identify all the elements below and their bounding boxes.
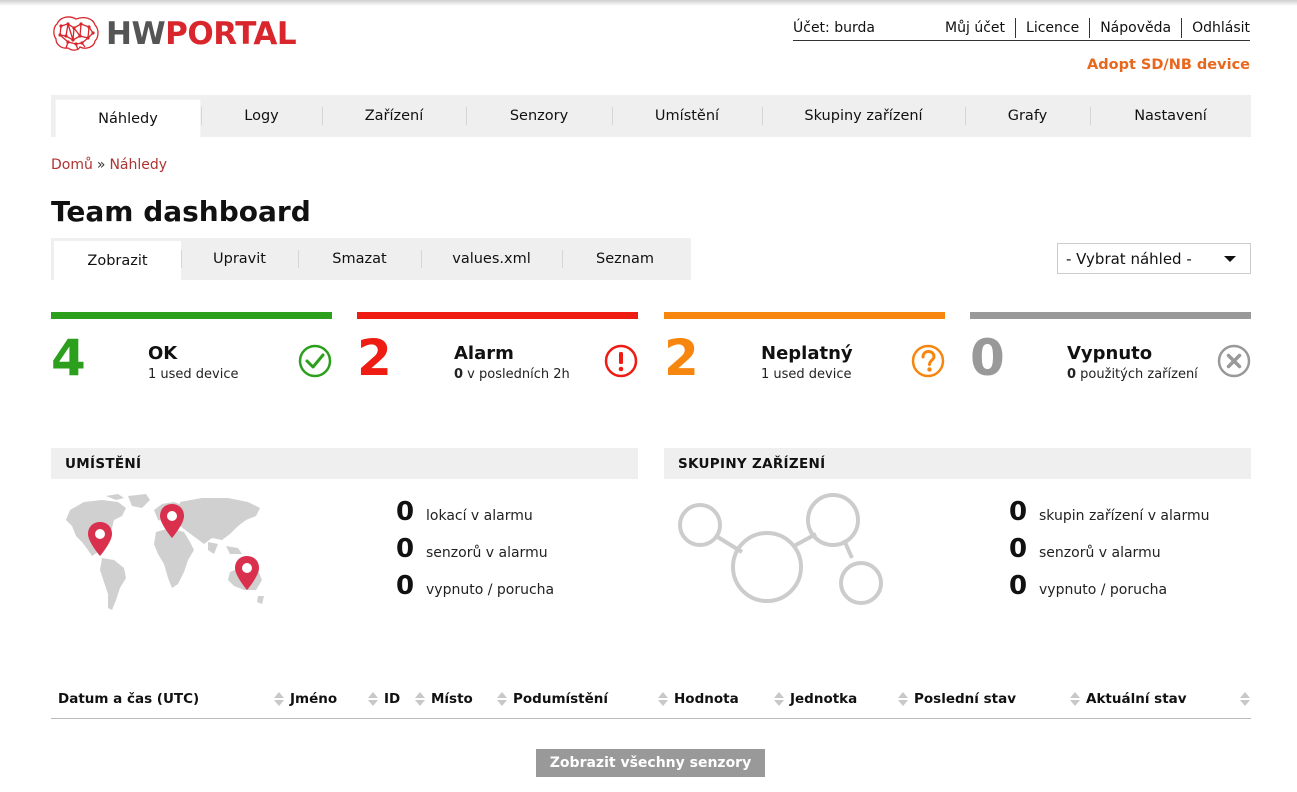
- nav-tab-settings[interactable]: Nastavení: [1090, 95, 1251, 137]
- device-groups-section-title: SKUPINY ZAŘÍZENÍ: [664, 448, 1251, 479]
- ok-label: OK: [148, 343, 178, 364]
- groups-stat-sensors: 0 senzorů v alarmu: [1009, 534, 1161, 564]
- column-id[interactable]: ID: [384, 691, 400, 707]
- nav-tab-previews[interactable]: Náhledy: [55, 99, 201, 137]
- page-title: Team dashboard: [51, 195, 311, 228]
- logo-text: HWPORTAL: [106, 15, 297, 52]
- column-sublocation[interactable]: Podumístění: [513, 691, 608, 707]
- breadcrumb: Domů» Náhledy: [51, 157, 167, 173]
- ok-count: 4: [51, 329, 86, 387]
- column-last-state[interactable]: Poslední stav: [914, 691, 1016, 707]
- sort-icon[interactable]: [1240, 691, 1250, 707]
- ok-sub: 1 used device: [148, 367, 239, 382]
- sort-icon[interactable]: [1070, 691, 1080, 707]
- locations-section-title: UMÍSTĚNÍ: [51, 448, 638, 479]
- locations-stat-alarm: 0 lokací v alarmu: [396, 497, 533, 527]
- sort-icon[interactable]: [774, 691, 784, 707]
- question-circle-icon: [911, 344, 945, 378]
- sort-icon[interactable]: [658, 691, 668, 707]
- alarm-count: 2: [357, 329, 392, 387]
- breadcrumb-separator: »: [96, 157, 106, 173]
- main-nav: Náhledy Logy Zařízení Senzory Umístění S…: [51, 95, 1251, 137]
- caret-down-icon: [1224, 256, 1236, 262]
- groups-stat-off: 0 vypnuto / porucha: [1009, 571, 1168, 601]
- tab-view[interactable]: Zobrazit: [54, 241, 181, 280]
- off-sub: 0 použitých zařízení: [1067, 367, 1198, 382]
- x-circle-icon: [1217, 344, 1251, 378]
- column-current-state[interactable]: Aktuální stav: [1086, 691, 1187, 707]
- view-select[interactable]: - Vybrat náhled -: [1057, 243, 1251, 274]
- my-account-link[interactable]: Můj účet: [935, 18, 1015, 38]
- sensors-table-header: Datum a čas (UTC) Jméno ID Místo Podumís…: [51, 684, 1251, 719]
- license-link[interactable]: Licence: [1015, 17, 1089, 38]
- locations-stat-off: 0 vypnuto / porucha: [396, 571, 555, 601]
- show-all-sensors-button[interactable]: Zobrazit všechny senzory: [536, 749, 765, 777]
- help-link[interactable]: Nápověda: [1089, 17, 1181, 38]
- logout-link[interactable]: Odhlásit: [1181, 17, 1250, 38]
- invalid-count: 2: [664, 329, 699, 387]
- status-card-alarm[interactable]: 2 Alarm 0 v posledních 2h: [357, 312, 638, 392]
- tab-list[interactable]: Seznam: [562, 238, 688, 280]
- adopt-device-link[interactable]: Adopt SD/NB device: [1087, 57, 1250, 73]
- nav-tab-graphs[interactable]: Grafy: [965, 95, 1090, 137]
- invalid-label: Neplatný: [761, 343, 853, 364]
- status-card-invalid[interactable]: 2 Neplatný 1 used device: [664, 312, 945, 392]
- column-unit[interactable]: Jednotka: [790, 691, 857, 707]
- breadcrumb-home[interactable]: Domů: [51, 157, 93, 173]
- check-circle-icon: [298, 344, 332, 378]
- exclamation-circle-icon: [604, 344, 638, 378]
- sort-icon[interactable]: [368, 691, 378, 707]
- nav-tab-sensors[interactable]: Senzory: [466, 95, 612, 137]
- column-location[interactable]: Místo: [431, 691, 473, 707]
- dashboard-sub-nav: Zobrazit Upravit Smazat values.xml Sezna…: [51, 238, 691, 280]
- top-shadow: [0, 0, 1297, 6]
- view-select-value: - Vybrat náhled -: [1066, 249, 1192, 268]
- logo[interactable]: HWPORTAL: [52, 14, 297, 54]
- tab-values-xml[interactable]: values.xml: [421, 238, 562, 280]
- sort-icon[interactable]: [415, 691, 425, 707]
- locations-stat-sensors: 0 senzorů v alarmu: [396, 534, 548, 564]
- nav-tab-locations[interactable]: Umístění: [612, 95, 762, 137]
- column-name[interactable]: Jméno: [290, 691, 337, 707]
- sort-icon[interactable]: [898, 691, 908, 707]
- groups-stat-alarm: 0 skupin zařízení v alarmu: [1009, 497, 1210, 527]
- tab-edit[interactable]: Upravit: [181, 238, 298, 280]
- alarm-sub: 0 v posledních 2h: [454, 367, 570, 382]
- brain-icon: [53, 16, 99, 51]
- nav-tab-device-groups[interactable]: Skupiny zařízení: [762, 95, 965, 137]
- sort-icon[interactable]: [274, 691, 284, 707]
- world-map-icon[interactable]: [62, 492, 272, 614]
- sort-icon[interactable]: [497, 691, 507, 707]
- status-card-ok[interactable]: 4 OK 1 used device: [51, 312, 332, 392]
- account-label: Účet: burda: [793, 19, 875, 36]
- status-card-off[interactable]: 0 Vypnuto 0 použitých zařízení: [970, 312, 1251, 392]
- column-value[interactable]: Hodnota: [674, 691, 739, 707]
- off-label: Vypnuto: [1067, 343, 1153, 364]
- network-circles-icon[interactable]: [672, 490, 887, 608]
- off-count: 0: [970, 329, 1005, 387]
- column-datetime[interactable]: Datum a čas (UTC): [58, 691, 199, 707]
- nav-tab-devices[interactable]: Zařízení: [322, 95, 466, 137]
- nav-tab-logs[interactable]: Logy: [201, 95, 322, 137]
- breadcrumb-current[interactable]: Náhledy: [109, 157, 167, 173]
- alarm-label: Alarm: [454, 343, 514, 364]
- user-nav: Účet: burda Můj účet Licence Nápověda Od…: [793, 15, 1250, 41]
- tab-delete[interactable]: Smazat: [298, 238, 421, 280]
- invalid-sub: 1 used device: [761, 367, 852, 382]
